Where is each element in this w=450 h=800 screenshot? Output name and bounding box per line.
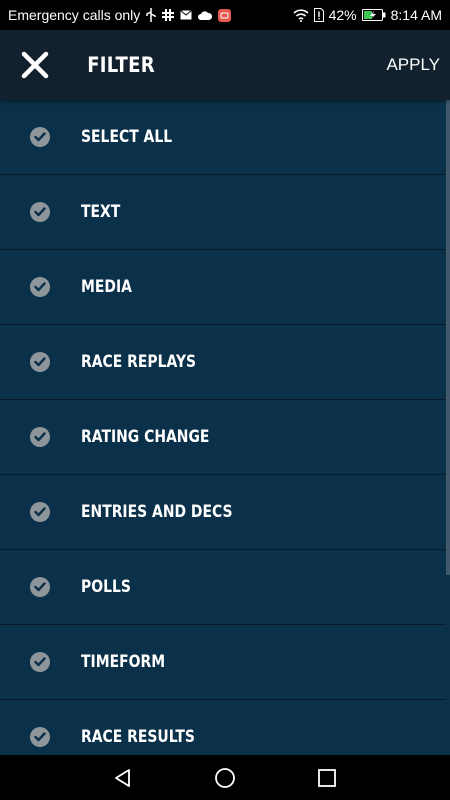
usb-icon (146, 7, 157, 23)
filter-item[interactable]: RACE RESULTS (0, 700, 446, 755)
filter-item[interactable]: RACE REPLAYS (0, 325, 446, 400)
check-icon (30, 277, 50, 297)
status-bar: Emergency calls only 42% 8:14 AM (0, 0, 450, 30)
status-right: 42% 8:14 AM (293, 7, 442, 23)
filter-item-label: ENTRIES AND DECS (81, 502, 233, 522)
check-icon (30, 352, 50, 372)
filter-item[interactable]: RATING CHANGE (0, 400, 446, 475)
mail-icon (180, 7, 193, 23)
home-circle-icon (215, 767, 235, 788)
filter-item[interactable]: ENTRIES AND DECS (0, 475, 446, 550)
slack-icon (162, 7, 175, 23)
clock: 8:14 AM (390, 7, 442, 23)
filter-item[interactable]: POLLS (0, 550, 446, 625)
check-icon (30, 202, 50, 222)
check-icon (30, 127, 50, 147)
check-icon (30, 577, 50, 597)
battery-percent: 42% (328, 7, 357, 23)
app-header: FILTER APPLY (0, 30, 450, 100)
check-icon (30, 427, 50, 447)
check-icon (30, 652, 50, 672)
carrier-text: Emergency calls only (8, 7, 141, 23)
check-icon (30, 502, 50, 522)
filter-item-label: TIMEFORM (81, 652, 166, 672)
close-icon (21, 51, 49, 79)
filter-item-label: TEXT (81, 202, 121, 222)
scrollbar-thumb[interactable] (446, 100, 450, 575)
home-button[interactable] (213, 766, 237, 790)
filter-list: SELECT ALL TEXT MEDIA RACE REPLAYS RATING CH… (0, 100, 446, 755)
back-button[interactable] (111, 766, 135, 790)
recents-button[interactable] (315, 766, 339, 790)
apply-button[interactable]: APPLY (376, 55, 450, 75)
status-left: Emergency calls only (8, 7, 293, 23)
filter-item[interactable]: TIMEFORM (0, 625, 446, 700)
check-icon (30, 727, 50, 747)
back-triangle-icon (115, 768, 130, 787)
close-button[interactable] (0, 30, 70, 100)
scrollbar-track (446, 575, 450, 755)
filter-item-label: RACE RESULTS (81, 727, 195, 747)
wifi-icon (293, 7, 309, 23)
system-nav-bar (0, 755, 450, 800)
sim-alert-icon (313, 7, 324, 23)
cloud-icon (198, 7, 213, 23)
page-title: FILTER (87, 53, 155, 77)
filter-item-label: POLLS (81, 577, 131, 597)
filter-item[interactable]: SELECT ALL (0, 100, 446, 175)
filter-item-label: SELECT ALL (81, 127, 173, 147)
app-notification-icon (218, 7, 232, 23)
filter-item[interactable]: TEXT (0, 175, 446, 250)
recents-square-icon (318, 768, 336, 787)
battery-charging-icon (361, 7, 386, 23)
filter-item[interactable]: MEDIA (0, 250, 446, 325)
filter-item-label: RATING CHANGE (81, 427, 210, 447)
filter-item-label: RACE REPLAYS (81, 352, 197, 372)
filter-screen: Emergency calls only 42% 8:14 AM FILTER … (0, 0, 450, 800)
filter-item-label: MEDIA (81, 277, 132, 297)
